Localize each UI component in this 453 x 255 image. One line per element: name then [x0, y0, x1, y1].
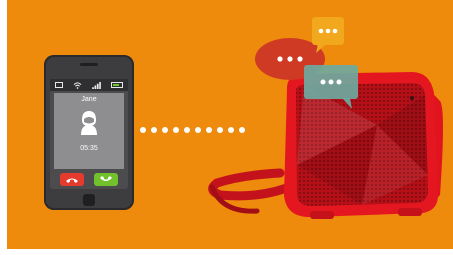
connection-dot — [173, 127, 179, 133]
connection-dot — [140, 127, 146, 133]
smartphone: Jane 05:35 — [44, 55, 134, 210]
phone-screen: Jane 05:35 — [50, 79, 128, 189]
connection-dot — [151, 127, 157, 133]
message-bubble-yellow — [312, 17, 344, 53]
connection-dot — [195, 127, 201, 133]
mail-icon — [55, 82, 63, 88]
wifi-icon — [73, 81, 82, 89]
decline-call-icon — [66, 178, 78, 183]
decline-call-button[interactable] — [60, 173, 84, 186]
phone-earpiece — [80, 63, 98, 66]
avatar-icon — [81, 111, 97, 135]
status-bar — [50, 79, 128, 91]
battery-icon — [111, 82, 123, 88]
speaker-strap — [208, 168, 299, 201]
illustration-scene: Jane 05:35 — [7, 0, 453, 249]
signal-icon — [92, 81, 101, 89]
connection-dot — [184, 127, 190, 133]
accept-call-icon — [100, 176, 112, 181]
message-bubble-teal — [304, 65, 358, 109]
connection-dot — [162, 127, 168, 133]
accept-call-button[interactable] — [94, 173, 118, 186]
contact-card: Jane 05:35 — [54, 93, 124, 169]
home-button[interactable] — [83, 194, 95, 206]
call-duration: 05:35 — [80, 145, 98, 152]
contact-name: Jane — [81, 96, 97, 103]
